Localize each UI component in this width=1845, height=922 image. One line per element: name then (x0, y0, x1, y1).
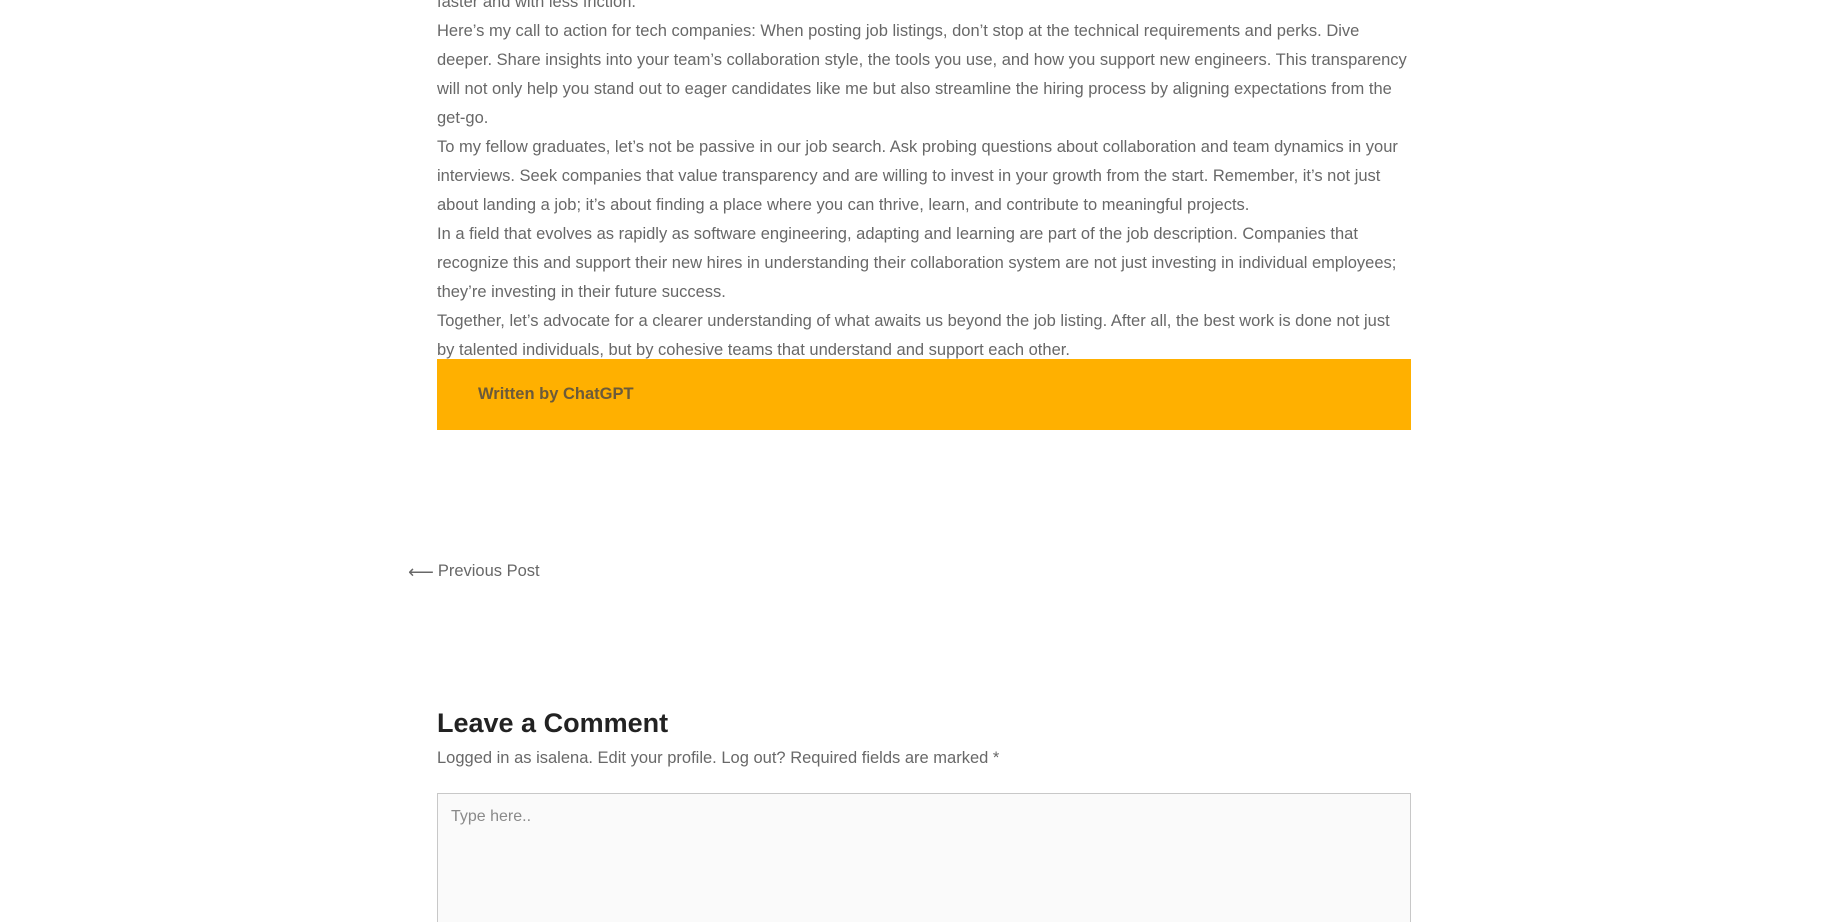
previous-post-label: Previous Post (437, 562, 540, 580)
author-byline: Written by ChatGPT (478, 385, 634, 403)
article-paragraph: Here’s my call to action for tech compan… (437, 22, 1407, 127)
comment-section: Leave a Comment Logged in as isalena. Ed… (437, 703, 1411, 772)
arrow-left-icon: ⟵ (408, 561, 434, 582)
logged-in-user-link[interactable]: Logged in as isalena. (437, 749, 593, 767)
required-fields-note: Required fields are marked (790, 749, 989, 767)
logged-in-notice: Logged in as isalena. Edit your profile.… (437, 744, 1411, 772)
edit-profile-link[interactable]: Edit your profile. (598, 749, 717, 767)
comment-textarea[interactable] (437, 793, 1411, 922)
log-out-link[interactable]: Log out? (721, 749, 785, 767)
article-body: faster and with less friction. Here’s my… (437, 0, 1411, 365)
article-paragraph: In a field that evolves as rapidly as so… (437, 225, 1397, 301)
article-paragraph: faster and with less friction. (437, 0, 636, 11)
article-paragraph: Together, let’s advocate for a clearer u… (437, 312, 1390, 359)
required-mark: * (992, 749, 1000, 767)
previous-post-link[interactable]: ⟵ Previous Post (408, 562, 540, 581)
comment-title: Leave a Comment (437, 708, 669, 738)
article-paragraph: To my fellow graduates, let’s not be pas… (437, 138, 1398, 214)
author-box: Written by ChatGPT (437, 359, 1411, 430)
